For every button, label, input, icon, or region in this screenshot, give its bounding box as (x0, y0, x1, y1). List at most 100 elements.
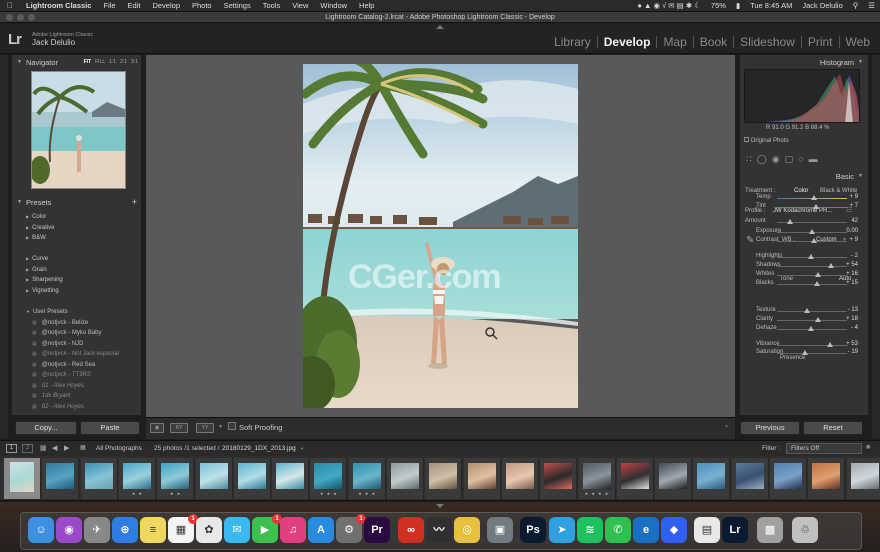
zoom-2-1[interactable]: 2:1 (120, 59, 127, 65)
close-window-button[interactable] (6, 14, 13, 21)
menu-window[interactable]: Window (314, 1, 353, 10)
filter-dropdown[interactable]: Filters Off (786, 443, 862, 454)
preset-group-curve[interactable]: ▶ Curve (26, 254, 63, 265)
user-preset-item[interactable]: ▦ @notjvck - Not Jack especial (26, 349, 119, 360)
brush-icon[interactable]: ▬ (809, 154, 823, 164)
menu-tools[interactable]: Tools (257, 1, 287, 10)
secondary-window-button[interactable]: 2 (22, 444, 33, 453)
slider-shadows[interactable] (777, 263, 847, 268)
before-after-button[interactable]: RY (170, 423, 188, 433)
module-map[interactable]: Map (657, 36, 694, 48)
previous-button[interactable]: Previous (740, 421, 800, 435)
slider-exposure[interactable] (777, 229, 847, 234)
slider-thumb-vibrance[interactable] (827, 342, 834, 347)
user-name[interactable]: Jack Delulio (797, 1, 847, 10)
reset-button[interactable]: Reset (803, 421, 863, 435)
slider-thumb-saturation[interactable] (802, 350, 808, 355)
forward-arrow-icon[interactable]: ▶ (64, 444, 69, 452)
slider-value-saturation[interactable]: - 19 (848, 349, 858, 355)
amount-value[interactable]: 42 (851, 218, 858, 224)
slider-value-shadows[interactable]: + 54 (846, 262, 858, 268)
filmstrip-filename[interactable]: 20180129_1DX_2013.jpg (222, 445, 296, 452)
slider-value-temp[interactable]: + 9 (849, 194, 858, 200)
main-photo[interactable] (303, 64, 578, 408)
amount-slider[interactable] (777, 219, 847, 224)
preset-group-vignetting[interactable]: ▶ Vignetting (26, 286, 63, 297)
slider-thumb-temp[interactable] (811, 195, 818, 200)
dropbox-icon[interactable]: ◆ (661, 517, 687, 543)
whatsapp-icon[interactable]: ✆ (605, 517, 631, 543)
graduated-filter-icon[interactable]: ▢ (785, 154, 799, 164)
launchpad-icon[interactable]: ✈ (84, 517, 110, 543)
siri-icon[interactable]: ◉ (56, 517, 82, 543)
module-book[interactable]: Book (694, 36, 735, 48)
filmstrip-thumbnail[interactable] (425, 458, 463, 499)
clock[interactable]: Tue 8:45 AM (745, 1, 797, 10)
menu-edit[interactable]: Edit (122, 1, 147, 10)
original-photo-checkbox[interactable] (744, 137, 749, 142)
slider-thumb-tint[interactable] (812, 204, 819, 209)
photoshop-icon[interactable]: Ps (520, 517, 546, 543)
filmstrip-thumbnail[interactable]: ★ ★ (157, 458, 195, 499)
navigator-preview[interactable] (31, 71, 126, 189)
battery-icon[interactable]: ▮ (731, 1, 745, 10)
loupe-view-button[interactable]: ▣ (150, 423, 164, 433)
user-preset-item[interactable]: ▦ @notjvck - Red Sea (26, 360, 119, 371)
module-web[interactable]: Web (840, 36, 876, 48)
user-preset-item[interactable]: ▦ @notjvck - Myko Baby (26, 328, 119, 339)
slider-saturation[interactable] (777, 350, 847, 355)
star-rating-icon[interactable]: ★ ★ (119, 491, 156, 496)
slider-thumb-highlights[interactable] (808, 254, 815, 259)
spot-removal-icon[interactable]: ◯ (757, 154, 772, 164)
crop-tool-icon[interactable]: ∷ (746, 154, 757, 164)
filmstrip-thumbnail[interactable]: ★ ★ ★ (348, 458, 386, 499)
itunes-icon[interactable]: ♫ (280, 517, 306, 543)
user-preset-item[interactable]: ▦ 01 - Alex Hoyes (26, 381, 119, 392)
module-print[interactable]: Print (802, 36, 840, 48)
finder-icon[interactable]: ☺ (28, 517, 54, 543)
slider-thumb-clarity[interactable] (815, 317, 822, 322)
edge-icon[interactable]: e (633, 517, 659, 543)
filename-dropdown-icon[interactable]: ▼ (300, 446, 304, 451)
filmstrip[interactable]: ★ ★ ★ ★ ★ ★ ★ ★ ★ ★ ★ ★ ★ ★ (0, 456, 880, 501)
slider-thumb-shadows[interactable] (827, 263, 834, 268)
paste-settings-button[interactable]: Paste (80, 421, 140, 435)
profile-value[interactable]: JW Kodachrome PR... (773, 208, 832, 214)
toolbar-menu-icon[interactable]: ▼ (724, 424, 729, 430)
system-prefs-icon[interactable]: ⚙ 1 (336, 514, 366, 543)
preset-group-color[interactable]: ▶ Color (26, 212, 54, 223)
treatment-color[interactable]: Color (794, 188, 808, 194)
star-rating-icon[interactable]: ★ ★ (157, 491, 194, 496)
module-slideshow[interactable]: Slideshow (734, 36, 802, 48)
slider-whites[interactable] (777, 272, 847, 277)
filmstrip-thumbnail[interactable] (272, 458, 310, 499)
user-presets-header[interactable]: ▼ User Presets (26, 307, 119, 318)
notes-icon[interactable]: ≡ (140, 517, 166, 543)
search-icon[interactable]: ⚲ (848, 1, 864, 10)
zoom-fill[interactable]: FILL (95, 59, 105, 65)
slider-texture[interactable] (777, 308, 847, 313)
slider-value-highlights[interactable]: - 2 (851, 253, 858, 259)
histogram-header[interactable]: Histogram ▼ (740, 55, 869, 69)
filmstrip-thumbnail[interactable] (770, 458, 807, 499)
appstore-icon[interactable]: A (308, 517, 334, 543)
menu-list-icon[interactable]: ☰ (863, 1, 880, 10)
left-panel-edge[interactable] (0, 55, 8, 438)
soft-proofing-checkbox[interactable] (228, 422, 236, 430)
slider-vibrance[interactable] (777, 342, 847, 347)
slider-highlights[interactable] (777, 254, 847, 259)
filmstrip-thumbnail[interactable] (693, 458, 731, 499)
creative-cloud-icon[interactable]: ∞ (398, 517, 424, 543)
filmstrip-thumbnail[interactable] (655, 458, 693, 499)
filmstrip-thumbnail[interactable] (731, 458, 769, 499)
slider-thumb-exposure[interactable] (809, 229, 815, 234)
apple-icon[interactable]:  (0, 1, 20, 10)
filmstrip-thumbnail[interactable] (387, 458, 424, 499)
slider-value-exposure[interactable]: 0.00 (846, 228, 858, 234)
star-rating-icon[interactable]: ★ ★ ★ (349, 491, 386, 496)
menu-file[interactable]: File (97, 1, 121, 10)
zoom-1-1[interactable]: 1:1 (109, 59, 116, 65)
slider-value-clarity[interactable]: + 18 (846, 316, 858, 322)
messages-icon[interactable]: ✉ (224, 517, 250, 543)
user-preset-item[interactable]: ▦ @notjvck - Belize (26, 318, 119, 329)
